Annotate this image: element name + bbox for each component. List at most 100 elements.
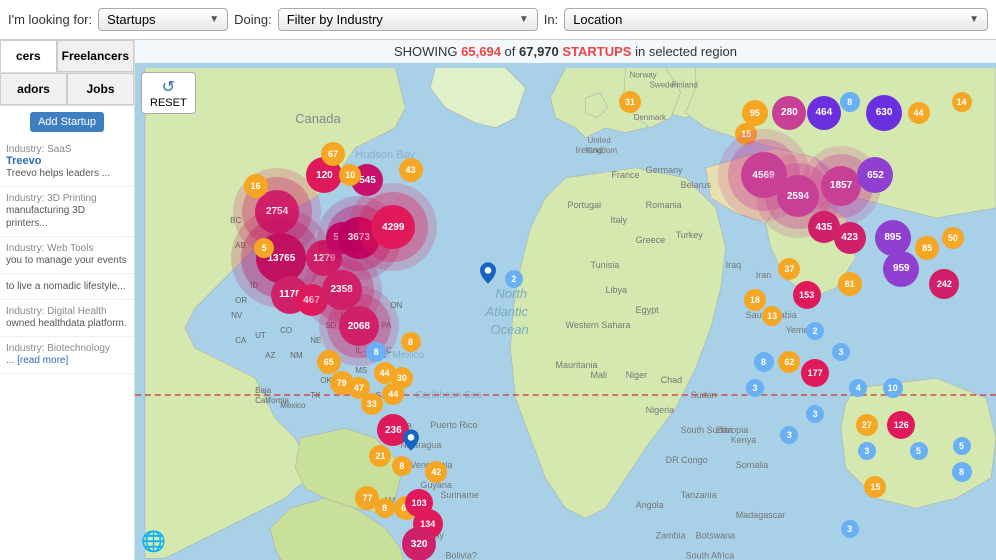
cluster-c66[interactable]: 8 <box>754 352 774 372</box>
svg-text:UT: UT <box>255 331 266 340</box>
svg-text:OR: OR <box>235 296 247 305</box>
svg-text:North: North <box>495 286 527 301</box>
svg-text:Sweden: Sweden <box>650 81 679 90</box>
cluster-c29[interactable]: 8 <box>392 456 412 476</box>
cluster-c2[interactable]: 2754 <box>255 190 299 234</box>
industry-dropdown[interactable]: Filter by Industry ▼ <box>278 8 538 31</box>
cluster-c63[interactable]: 62 <box>778 351 800 373</box>
cluster-c69[interactable]: 3 <box>806 405 824 423</box>
cluster-c15[interactable]: 2358 <box>322 270 362 310</box>
cluster-c17[interactable]: 5 <box>254 238 274 258</box>
showing-prefix: SHOWING <box>394 44 461 59</box>
cluster-c68[interactable]: 2 <box>806 322 824 340</box>
cluster-c36[interactable]: 320 <box>402 527 436 560</box>
cluster-c14[interactable]: 43 <box>399 158 423 182</box>
svg-text:AB: AB <box>235 241 246 250</box>
cluster-c60[interactable]: 81 <box>838 272 862 296</box>
list-item: Industry: Web Tools you to manage your e… <box>0 237 134 274</box>
location-pin <box>480 262 496 284</box>
cluster-c38[interactable]: 31 <box>619 91 641 113</box>
cluster-c61[interactable]: 959 <box>883 251 919 287</box>
cluster-c80[interactable]: 3 <box>841 520 859 538</box>
cluster-c76[interactable]: 5 <box>910 442 928 460</box>
cluster-c43[interactable]: 8 <box>840 92 860 112</box>
location-value: Location <box>573 12 622 27</box>
cluster-c65[interactable]: 3 <box>746 379 764 397</box>
cluster-c77[interactable]: 5 <box>953 437 971 455</box>
startup-tag: Industry: 3D Printing <box>6 193 128 204</box>
showing-total: 67,970 <box>519 44 559 59</box>
cluster-c49[interactable]: 1857 <box>821 166 861 206</box>
cluster-c28[interactable]: 21 <box>369 445 391 467</box>
cluster-c10[interactable]: 4299 <box>371 205 415 249</box>
svg-text:Zambia: Zambia <box>656 530 686 540</box>
cluster-c56[interactable]: 37 <box>778 258 800 280</box>
cluster-c40[interactable]: 280 <box>772 96 806 130</box>
cluster-c55[interactable]: 50 <box>942 227 964 249</box>
in-label: In: <box>544 12 558 27</box>
cluster-c45[interactable]: 44 <box>908 102 930 124</box>
cluster-c16[interactable]: 2068 <box>339 306 379 346</box>
list-item: Industry: Biotechnology ... [read more] <box>0 337 134 374</box>
cluster-c37[interactable]: 2 <box>505 270 523 288</box>
cluster-c59[interactable]: 153 <box>793 281 821 309</box>
cluster-c50[interactable]: 652 <box>857 157 893 193</box>
cluster-c58[interactable]: 13 <box>762 306 782 326</box>
svg-text:BC: BC <box>230 216 241 225</box>
cluster-c41[interactable]: 464 <box>807 96 841 130</box>
svg-text:Mauritania: Mauritania <box>555 360 597 370</box>
cluster-c70[interactable]: 3 <box>780 426 798 444</box>
svg-text:South Africa: South Africa <box>686 550 735 560</box>
startup-tag: Industry: Biotechnology <box>6 343 128 354</box>
cluster-c62[interactable]: 242 <box>929 269 959 299</box>
location-arrow-icon: ▼ <box>969 14 979 25</box>
cluster-c75[interactable]: 3 <box>858 442 876 460</box>
add-startup-button[interactable]: Add Startup <box>30 112 104 132</box>
location-dropdown[interactable]: Location ▼ <box>564 8 988 31</box>
globe-icon: 🌐 <box>141 529 166 554</box>
reset-button[interactable]: ↺ RESET <box>141 72 196 114</box>
tab-freelancers[interactable]: Freelancers <box>57 40 134 72</box>
cluster-c25[interactable]: 8 <box>366 342 386 362</box>
cluster-c52[interactable]: 423 <box>834 222 866 254</box>
cluster-c21[interactable]: 33 <box>361 393 383 415</box>
svg-text:Ethiopia: Ethiopia <box>716 425 749 435</box>
svg-text:Canada: Canada <box>295 111 341 126</box>
svg-text:France: France <box>612 170 640 180</box>
cluster-c46[interactable]: 14 <box>952 92 972 112</box>
map-area[interactable]: SHOWING 65,694 of 67,970 STARTUPS in sel… <box>135 40 996 560</box>
cluster-c73[interactable]: 27 <box>856 414 878 436</box>
svg-text:Ocean: Ocean <box>490 322 528 337</box>
tab-cers[interactable]: cers <box>0 40 57 72</box>
region-dashed-line <box>135 394 996 396</box>
tab-jobs[interactable]: Jobs <box>67 73 134 105</box>
cluster-c31[interactable]: 8 <box>375 498 395 518</box>
svg-text:Somalia: Somalia <box>736 460 769 470</box>
cluster-c71[interactable]: 4 <box>849 379 867 397</box>
cluster-c44[interactable]: 630 <box>866 95 902 131</box>
cluster-c13[interactable]: 10 <box>339 164 361 186</box>
cluster-c79[interactable]: 8 <box>952 462 972 482</box>
cluster-c74[interactable]: 126 <box>887 411 915 439</box>
startup-title[interactable]: Treevo <box>6 155 128 167</box>
cluster-c64[interactable]: 177 <box>801 359 829 387</box>
cluster-c54[interactable]: 85 <box>915 236 939 260</box>
svg-text:Libya: Libya <box>606 285 628 295</box>
cluster-c72[interactable]: 10 <box>883 378 903 398</box>
startup-desc: to live a nomadic lifestyle... <box>6 280 128 293</box>
cluster-c67[interactable]: 3 <box>832 343 850 361</box>
cluster-c24[interactable]: 30 <box>391 367 413 389</box>
svg-text:NM: NM <box>290 351 303 360</box>
tab-adors[interactable]: adors <box>0 73 67 105</box>
cluster-c42[interactable]: 15 <box>735 123 757 145</box>
cluster-c48[interactable]: 2594 <box>777 175 819 217</box>
startups-dropdown[interactable]: Startups ▼ <box>98 8 228 31</box>
cluster-c3[interactable]: 16 <box>244 174 268 198</box>
cluster-c34[interactable]: 42 <box>425 461 447 483</box>
cluster-c78[interactable]: 15 <box>864 476 886 498</box>
svg-text:Tanzania: Tanzania <box>681 490 717 500</box>
cluster-c12[interactable]: 67 <box>321 142 345 166</box>
cluster-c57[interactable]: 18 <box>744 289 766 311</box>
cluster-c26[interactable]: 8 <box>401 332 421 352</box>
cluster-c53[interactable]: 895 <box>875 220 911 256</box>
